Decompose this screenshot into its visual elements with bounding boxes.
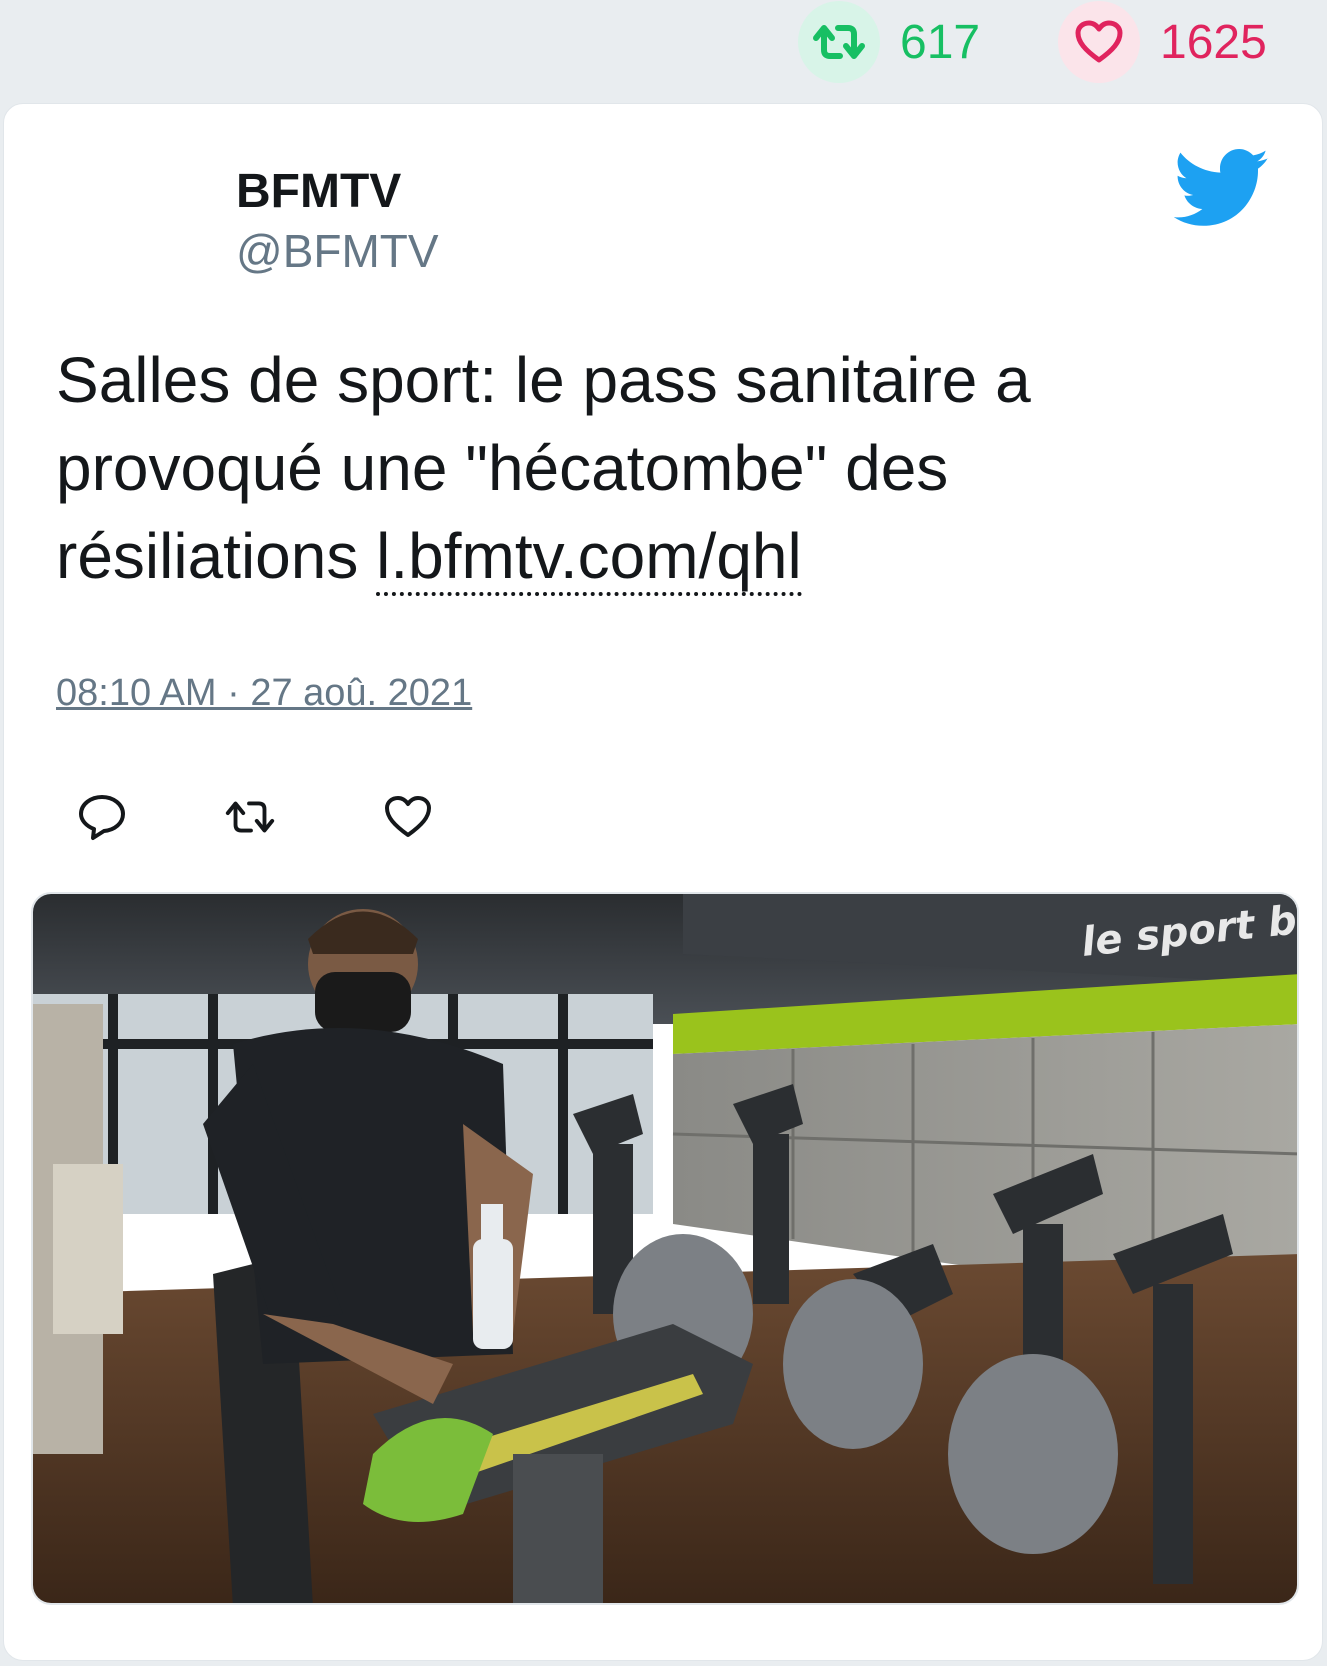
retweet-action-icon[interactable] <box>222 789 278 845</box>
reply-icon[interactable] <box>74 789 130 845</box>
engagement-stats: 617 1625 <box>0 0 1327 100</box>
retweet-stat[interactable]: 617 <box>798 0 980 84</box>
tweet-media-image[interactable]: le sport bo <box>31 892 1299 1605</box>
retweet-icon <box>798 1 880 83</box>
heart-icon <box>1058 1 1140 83</box>
tweet-card: BFMTV @BFMTV Salles de sport: le pass sa… <box>3 103 1323 1661</box>
tweet-text: Salles de sport: le pass sanitaire a pro… <box>56 336 1256 600</box>
retweet-count: 617 <box>900 15 981 69</box>
like-action-icon[interactable] <box>380 789 436 845</box>
twitter-bird-icon[interactable] <box>1173 149 1270 229</box>
author-handle[interactable]: @BFMTV <box>236 224 439 278</box>
author-name[interactable]: BFMTV <box>236 164 401 219</box>
tweet-timestamp[interactable]: 08:10 AM · 27 aoû. 2021 <box>56 672 472 715</box>
like-count: 1625 <box>1160 15 1267 69</box>
like-stat[interactable]: 1625 <box>1058 0 1267 84</box>
tweet-link[interactable]: l.bfmtv.com/qhl <box>376 520 802 596</box>
